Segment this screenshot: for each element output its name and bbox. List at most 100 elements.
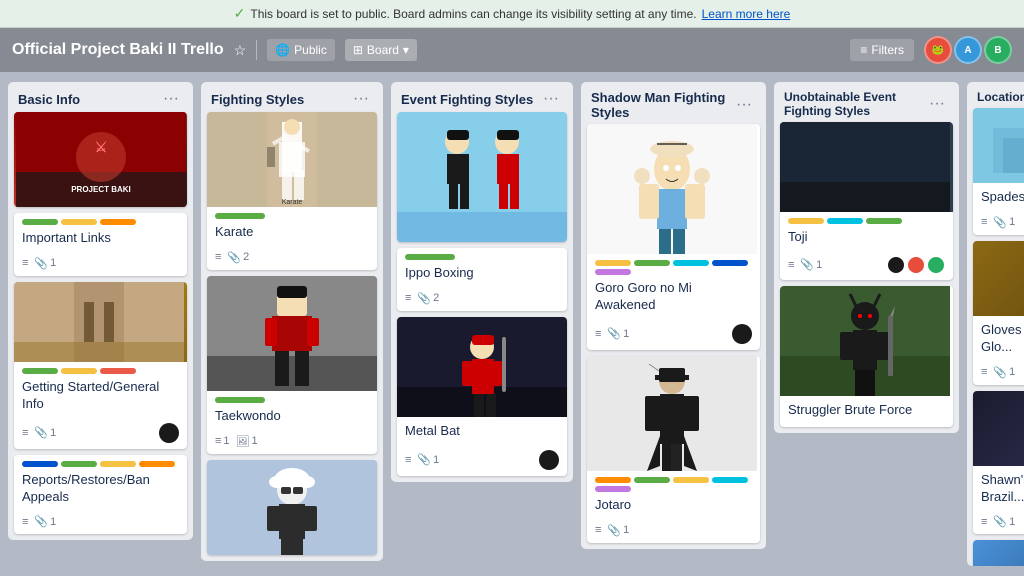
badge-attachment: 📎1 [34, 426, 56, 439]
list-header-unobtainable: Unobtainable Event Fighting Styles ··· [774, 82, 959, 122]
card-body-jotaro: Jotaro [587, 471, 760, 522]
list-header-fighting: Fighting Styles ··· [201, 82, 383, 112]
list-menu-icon[interactable]: ··· [539, 90, 563, 108]
list-menu-icon[interactable]: ··· [159, 90, 183, 108]
event1-svg [397, 112, 567, 242]
badge-attachment: 📎1 [34, 515, 56, 528]
card-fighting3[interactable] [207, 460, 377, 555]
toji-svg [780, 122, 950, 212]
card-project-baki[interactable]: PROJECT BAKI ⚔ [14, 112, 187, 207]
card-reports[interactable]: Reports/Restores/Ban Appeals ≡ 📎1 [14, 455, 187, 535]
card-body-spades: Spades Gym [973, 183, 1024, 214]
card-title-toji: Toji [788, 229, 945, 246]
card-image-jotaro [587, 356, 760, 471]
card-footer-toji: ≡ 📎1 [780, 254, 953, 280]
card-body-gloves: Gloves N' Glo... [973, 316, 1024, 364]
card-event1[interactable] [397, 112, 567, 242]
learn-more-link[interactable]: Learn more here [702, 7, 791, 21]
card-gloves[interactable]: Gloves N' Glo... ≡ 📎1 [973, 241, 1024, 385]
visibility-badge[interactable]: 🌐 Public [267, 39, 335, 61]
badge-attachment: 📎1 [993, 515, 1015, 528]
card-footer-metalbat: ≡ 📎1 [397, 448, 567, 476]
avatar[interactable]: A [954, 36, 982, 64]
check-icon: ✓ [234, 5, 246, 22]
label-purple [595, 486, 631, 492]
card-pot[interactable]: Pot's Romania... ≡ 📎1 [973, 540, 1024, 566]
card-goro[interactable]: Goro Goro no Mi Awakened ≡ 📎1 [587, 124, 760, 350]
card-image-pot [973, 540, 1024, 566]
list-menu-icon[interactable]: ··· [925, 95, 949, 113]
label-blue [712, 260, 748, 266]
label-teal [712, 477, 748, 483]
list-header-shadow: Shadow Man Fighting Styles ··· [581, 82, 766, 124]
card-karate[interactable]: Karate Karate ≡ 📎2 [207, 112, 377, 270]
badge-attachment: 📎1 [417, 453, 439, 466]
card-important-links[interactable]: Important Links ≡ 📎 1 [14, 213, 187, 276]
card-jotaro[interactable]: Jotaro ≡ 📎1 [587, 356, 760, 543]
star-icon[interactable]: ☆ [234, 42, 247, 59]
globe-icon: 🌐 [275, 43, 290, 57]
label-green [215, 213, 265, 219]
card-ippo[interactable]: Ippo Boxing ≡ 📎2 [397, 248, 567, 311]
label-yellow [61, 219, 97, 225]
label-green [634, 477, 670, 483]
list-header-locations: Locations/Imp... [967, 82, 1024, 108]
spades-svg [973, 108, 1024, 183]
card-image-toji [780, 122, 953, 212]
board-area: Basic Info ··· PROJECT BAKI ⚔ [0, 72, 1024, 576]
header-divider [256, 40, 257, 60]
list-menu-icon[interactable]: ··· [349, 90, 373, 108]
card-body-taekwondo: Taekwondo [207, 391, 377, 433]
card-title-goro: Goro Goro no Mi Awakened [595, 280, 752, 314]
list-title-unobtainable: Unobtainable Event Fighting Styles [784, 90, 925, 118]
board-title[interactable]: Official Project Baki II Trello [12, 41, 224, 59]
card-body-important-links: Important Links [14, 213, 187, 255]
badge-image: 🖼1 [236, 435, 258, 448]
card-footer-karate: ≡ 📎2 [207, 249, 377, 270]
card-title-ippo: Ippo Boxing [405, 265, 559, 282]
list-title-shadow: Shadow Man Fighting Styles [591, 90, 732, 120]
cards-shadow: Goro Goro no Mi Awakened ≡ 📎1 [581, 124, 766, 549]
card-body-reports: Reports/Restores/Ban Appeals [14, 455, 187, 514]
cards-locations: Spades Gym ≡ 📎1 Gloves N' Glo... ≡ 📎1 [967, 108, 1024, 566]
jotaro-svg [587, 356, 757, 471]
filters-button[interactable]: ≡ Filters [850, 39, 914, 61]
card-footer-spades: ≡ 📎1 [973, 214, 1024, 235]
card-spades[interactable]: Spades Gym ≡ 📎1 [973, 108, 1024, 235]
card-toji[interactable]: Toji ≡ 📎1 [780, 122, 953, 280]
list-basic-info: Basic Info ··· PROJECT BAKI ⚔ [8, 82, 193, 540]
card-title-metalbat: Metal Bat [405, 423, 559, 440]
card-footer-important-links: ≡ 📎 1 [14, 255, 187, 276]
card-taekwondo[interactable]: Taekwondo ≡1 🖼1 [207, 276, 377, 454]
card-getting-started[interactable]: Getting Started/General Info ≡ 📎1 [14, 282, 187, 449]
card-metal-bat[interactable]: Metal Bat ≡ 📎1 [397, 317, 567, 476]
avatar[interactable]: B [984, 36, 1012, 64]
avatar[interactable]: 🐸 [924, 36, 952, 64]
label-orange [595, 477, 631, 483]
card-footer-gloves: ≡ 📎1 [973, 364, 1024, 385]
card-dot [732, 324, 752, 344]
list-unobtainable: Unobtainable Event Fighting Styles ··· [774, 82, 959, 433]
filters-label: Filters [871, 43, 904, 57]
badge-checklist: ≡ [595, 328, 601, 340]
svg-text:PROJECT BAKI: PROJECT BAKI [71, 185, 131, 194]
card-shawn[interactable]: Shawn's Brazil... ≡ 📎1 [973, 391, 1024, 535]
card-title-jotaro: Jotaro [595, 497, 752, 514]
taekwondo-svg [207, 276, 377, 391]
badge-attachment: 📎1 [800, 258, 822, 271]
label-yellow [595, 260, 631, 266]
card-labels-taekwondo [215, 397, 369, 403]
badge-attachment: 📎1 [993, 366, 1015, 379]
label-teal [827, 218, 863, 224]
label-yellow [100, 461, 136, 467]
label-green [215, 397, 265, 403]
list-header-basic-info: Basic Info ··· [8, 82, 193, 112]
board-view-badge[interactable]: ⊞ Board ▾ [345, 39, 417, 61]
card-struggler[interactable]: Struggler Brute Force [780, 286, 953, 427]
goro-svg [587, 124, 757, 254]
card-body-ippo: Ippo Boxing [397, 248, 567, 290]
label-green [61, 461, 97, 467]
list-menu-icon[interactable]: ··· [732, 96, 756, 114]
card-labels-jotaro [595, 477, 752, 492]
badge-checklist: ≡ [595, 524, 601, 536]
